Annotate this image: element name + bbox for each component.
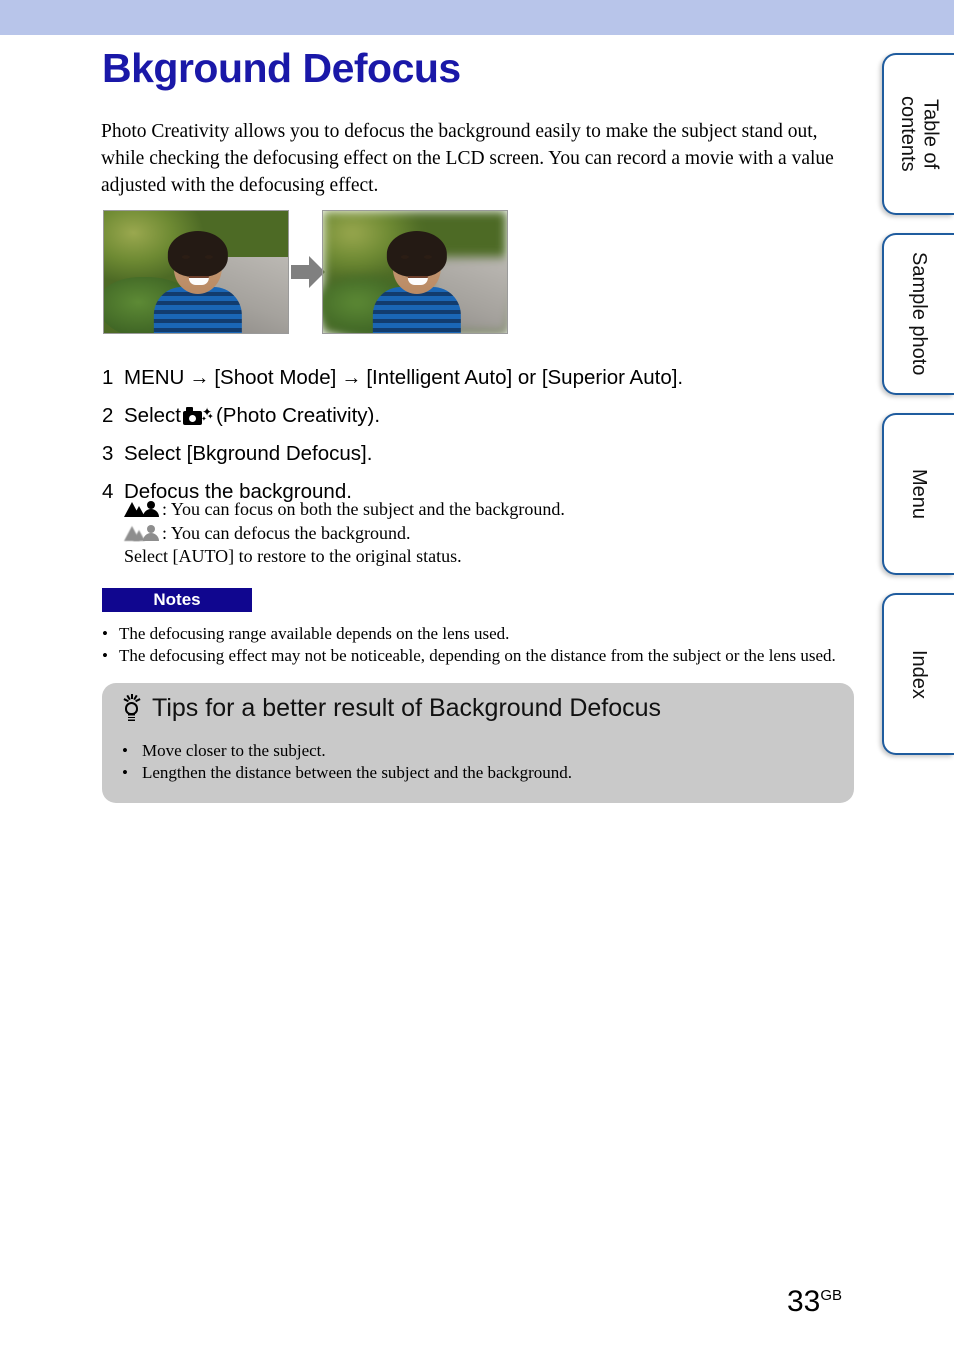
photo-after [322,210,508,334]
lightbulb-icon [118,693,144,723]
page-number: 33GB [787,1285,842,1319]
note-item: • The defocusing range available depends… [102,623,854,645]
photo-creativity-icon: ✦ ✦ ✦ [182,406,214,426]
note-item-text: The defocusing effect may not be noticea… [119,646,836,665]
intro-paragraph: Photo Creativity allows you to defocus t… [101,121,834,196]
tip-item: • Lengthen the distance between the subj… [122,762,822,784]
notes-list: • The defocusing range available depends… [102,623,854,667]
notes-badge: Notes [102,588,252,612]
step-1-part-2: [Shoot Mode] [214,366,337,389]
tips-heading-text: Tips for a better result of Background D… [152,694,662,722]
page-title: Bkground Defocus [102,45,461,91]
detail-line-auto-restore: Select [AUTO] to restore to the original… [124,546,462,566]
tips-heading: Tips for a better result of Background D… [118,693,662,723]
subject-boy [152,229,244,333]
tip-item: • Move closer to the subject. [122,740,822,762]
step-2: 2 Select ✦ ✦ ✦ (Photo Creativity). [102,403,842,429]
tips-list: • Move closer to the subject. • Lengthen… [122,740,822,784]
bullet-icon: • [102,624,108,643]
note-item-text: The defocusing range available depends o… [119,624,510,643]
tab-table-of-contents-label: Table of contents [897,96,942,172]
page-number-suffix: GB [820,1287,842,1304]
subject-boy-sharp [371,229,463,333]
tab-sample-photo-label: Sample photo [908,252,931,376]
step-2-number: 2 [102,404,114,427]
tab-index-label: Index [908,649,931,699]
step-1-number: 1 [102,366,114,389]
illustration-row [103,210,523,334]
tab-menu[interactable]: Menu [882,413,954,575]
photo-before [103,210,289,334]
tip-item-text: Lengthen the distance between the subjec… [142,763,573,782]
bullet-icon: • [122,763,128,782]
page-number-value: 33 [786,1285,821,1318]
tips-box: Tips for a better result of Background D… [102,683,854,803]
step-2-part-1: Select [124,404,181,427]
tab-menu-label: Menu [908,468,931,520]
mountain-person-blurred-icon [124,524,160,543]
step-1-part-1: MENU [124,366,185,389]
step-4-number: 4 [102,480,114,503]
tab-sample-photo[interactable]: Sample photo [882,233,954,395]
step-3: 3 Select [Bkground Defocus]. [102,441,842,467]
step-4-details: : You can focus on both the subject and … [124,498,844,569]
detail-line-focus-both: : You can focus on both the subject and … [124,498,844,522]
arrow-glyph: → [189,367,210,389]
tab-index[interactable]: Index [882,593,954,755]
bullet-icon: • [102,646,108,665]
page-content: Bkground Defocus Photo Creativity allows… [0,35,870,1357]
detail-line-focus-both-text: : You can focus on both the subject and … [162,499,565,519]
note-item: • The defocusing effect may not be notic… [102,645,854,667]
right-arrow-icon [291,256,325,288]
tip-item-text: Move closer to the subject. [142,741,326,760]
step-3-number: 3 [102,442,114,465]
step-1: 1 MENU → [Shoot Mode] → [Intelligent Aut… [102,365,842,391]
mountain-person-sharp-icon [124,500,160,519]
procedure-steps: 1 MENU → [Shoot Mode] → [Intelligent Aut… [102,365,842,517]
bullet-icon: • [122,741,128,760]
detail-line-defocus: : You can defocus the background. [124,522,844,546]
tab-table-of-contents[interactable]: Table of contents [882,53,954,215]
step-1-part-3: [Intelligent Auto] or [Superior Auto]. [366,366,684,389]
step-3-text: Select [Bkground Defocus]. [124,442,373,465]
detail-line-defocus-text: : You can defocus the background. [162,522,411,543]
arrow-glyph: → [341,367,362,389]
step-2-part-2: (Photo Creativity). [215,404,381,427]
top-banner [0,0,954,35]
